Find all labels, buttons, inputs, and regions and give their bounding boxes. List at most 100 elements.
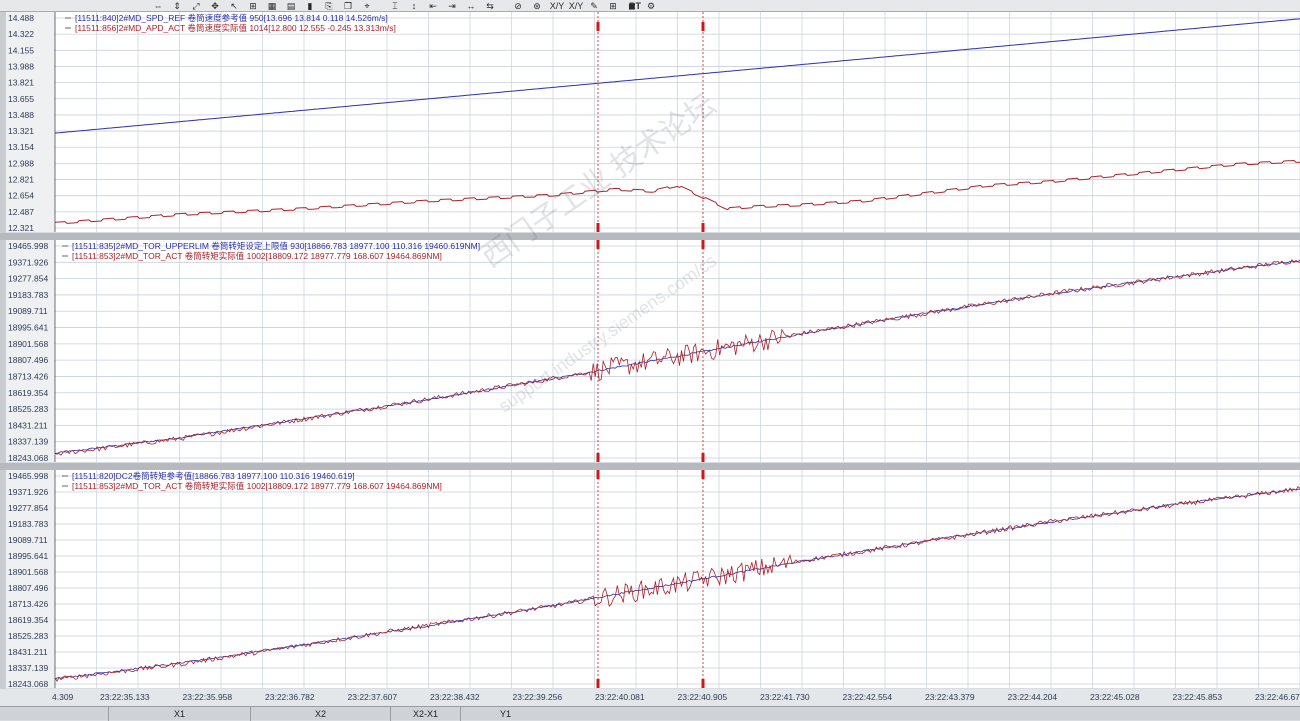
x-tick-label: 23:22:38.432 bbox=[430, 692, 480, 702]
step-left-icon[interactable]: ⇤ bbox=[425, 1, 441, 11]
step-right-icon[interactable]: ⇥ bbox=[444, 1, 460, 11]
cursor-y-icon[interactable]: ↕ bbox=[406, 1, 422, 11]
x-tick-label: 23:22:36.782 bbox=[265, 692, 315, 702]
y-tick-label: 13.655 bbox=[8, 94, 34, 104]
y-tick-label: 19183.783 bbox=[8, 290, 48, 300]
x-tick-label: 23:22:35.133 bbox=[100, 692, 150, 702]
y-tick-label: 18619.354 bbox=[8, 615, 48, 625]
chart-panel-3: 19465.998 19371.926 19277.854 19183.783 1908… bbox=[6, 470, 1300, 689]
legend-entry: [11511:853]2#MD_TOR_ACT 卷筒转矩实际值 1002[188… bbox=[72, 481, 442, 491]
y-tick-label: 19089.711 bbox=[8, 306, 48, 316]
y-tick-label: 19089.711 bbox=[8, 535, 48, 545]
cursor-a-handle bbox=[596, 470, 600, 479]
y-tick-label: 12.988 bbox=[8, 158, 34, 168]
y-tick-label: 19371.926 bbox=[8, 487, 48, 497]
compress-icon[interactable]: ⇆ bbox=[482, 1, 498, 11]
cursor-column-x2x1: X2-X1 bbox=[390, 707, 460, 721]
cursor-a-handle bbox=[596, 22, 600, 31]
x-tick-label: 23:22:45.028 bbox=[1090, 692, 1140, 702]
bar-icon[interactable]: ▮ bbox=[302, 1, 318, 11]
legend-entry: [11511:853]2#MD_TOR_ACT 卷筒转矩实际值 1002[188… bbox=[72, 251, 442, 261]
3d-icon[interactable]: ◼ bbox=[624, 1, 640, 11]
cursor-column-x1: X1 bbox=[108, 707, 250, 721]
marker-icon[interactable]: ⌖ bbox=[359, 1, 375, 11]
cursor-column-y1: Y1 bbox=[460, 707, 550, 721]
settings-icon[interactable]: ⚙ bbox=[643, 1, 659, 11]
y-tick-label: 18901.568 bbox=[8, 339, 48, 349]
y-tick-label: 14.322 bbox=[8, 29, 34, 39]
grid-icon[interactable]: ▤ bbox=[283, 1, 299, 11]
y-tick-label: 18243.068 bbox=[8, 679, 48, 689]
cursor-value-bar: X1 X2 X2-X1 Y1 bbox=[0, 706, 1300, 721]
chart-panel-2: 19465.998 19371.926 19277.854 19183.783 1908… bbox=[6, 240, 1300, 463]
zoom-x-icon[interactable]: ⇔ bbox=[150, 1, 166, 11]
cursor-b-handle bbox=[701, 240, 705, 249]
cursor-b-handle bbox=[701, 453, 705, 462]
x-tick-label: 23:22:40.905 bbox=[678, 692, 728, 702]
panel-separator bbox=[0, 233, 1300, 240]
y-tick-label: 12.821 bbox=[8, 175, 34, 185]
cursor-icon[interactable]: ↖ bbox=[226, 1, 242, 11]
y-tick-label: 13.321 bbox=[8, 126, 34, 136]
copy-icon[interactable]: ❐ bbox=[340, 1, 356, 11]
x-tick-label: 23:22:35.958 bbox=[183, 692, 233, 702]
y-tick-label: 18337.139 bbox=[8, 663, 48, 673]
cursor-x-icon[interactable]: ⌶ bbox=[387, 1, 403, 11]
zoom-xy-icon[interactable]: ⤢ bbox=[188, 1, 204, 11]
y-tick-label: 18431.211 bbox=[8, 420, 48, 430]
layout-icon[interactable]: ⊞ bbox=[605, 1, 621, 11]
y-tick-label: 18901.568 bbox=[8, 567, 48, 577]
y-tick-label: 18525.283 bbox=[8, 404, 48, 414]
y-tick-label: 18525.283 bbox=[8, 631, 48, 641]
measure-icon[interactable]: ⊞ bbox=[245, 1, 261, 11]
y-tick-label: 19277.854 bbox=[8, 274, 48, 284]
xy-icon[interactable]: X/Y bbox=[548, 1, 566, 11]
y-tick-label: 18807.496 bbox=[8, 355, 48, 365]
export-icon[interactable]: ⎘ bbox=[321, 1, 337, 11]
x-tick-label: 23:22:37.607 bbox=[348, 692, 398, 702]
y-tick-label: 13.821 bbox=[8, 78, 34, 88]
y-tick-label: 12.321 bbox=[8, 223, 34, 233]
pan-icon[interactable]: ✥ bbox=[207, 1, 223, 11]
y-tick-label: 13.488 bbox=[8, 110, 34, 120]
y-tick-label: 14.155 bbox=[8, 45, 34, 55]
cursor-a-handle bbox=[596, 223, 600, 232]
table-icon[interactable]: ▦ bbox=[264, 1, 280, 11]
y-tick-label: 18243.068 bbox=[8, 453, 48, 463]
legend-entry: [11511:835]2#MD_TOR_UPPERLIM 卷筒转矩设定上限值 9… bbox=[72, 241, 480, 251]
y-tick-label: 18337.139 bbox=[8, 437, 48, 447]
y-tick-label: 13.988 bbox=[8, 61, 34, 71]
color-icon[interactable]: ✎ bbox=[586, 1, 602, 11]
x-tick-label: 4.309 bbox=[52, 692, 74, 702]
cursor-b-handle bbox=[701, 223, 705, 232]
chart-panel-1: 14.488 14.322 14.155 13.988 13.821 13.655 13.4… bbox=[6, 12, 1300, 233]
legend-entry: [11511:820]DC2卷筒转矩参考值[18866.783 18977.10… bbox=[72, 471, 355, 481]
x-tick-label: 23:22:40.081 bbox=[595, 692, 645, 702]
cursor-a-handle bbox=[596, 453, 600, 462]
x-axis: 4.309 23:22:35.133 23:22:35.958 23:22:36.78… bbox=[0, 689, 1300, 706]
x-tick-label: 23:22:42.554 bbox=[843, 692, 893, 702]
cursor-b-handle bbox=[701, 22, 705, 31]
y-tick-label: 18807.496 bbox=[8, 583, 48, 593]
x-tick-label: 23:22:39.256 bbox=[513, 692, 563, 702]
record-icon[interactable]: ⊛ bbox=[529, 1, 545, 11]
legend-entry: [11511:856]2#MD_APD_ACT 卷筒速度实际值 1014[12.… bbox=[75, 23, 396, 33]
zoom-y-icon[interactable]: ⇕ bbox=[169, 1, 185, 11]
y-tick-label: 19465.998 bbox=[8, 241, 48, 251]
cursor-b-handle bbox=[701, 679, 705, 688]
stop-icon[interactable]: ⊘ bbox=[510, 1, 526, 11]
y-tick-label: 18995.641 bbox=[8, 323, 48, 333]
x-tick-label: 23:22:45.853 bbox=[1173, 692, 1223, 702]
cursor-column-x2: X2 bbox=[250, 707, 390, 721]
cursor-a-handle bbox=[596, 240, 600, 249]
y-tick-label: 19371.926 bbox=[8, 257, 48, 267]
expand-icon[interactable]: ↔ bbox=[463, 1, 479, 11]
x-tick-label: 23:22:46.677 bbox=[1255, 692, 1300, 702]
y-tick-label: 19277.854 bbox=[8, 503, 48, 513]
y-tick-label: 18431.211 bbox=[8, 647, 48, 657]
y-tick-label: 18713.426 bbox=[8, 371, 48, 381]
y-tick-label: 18619.354 bbox=[8, 388, 48, 398]
x-tick-label: 23:22:41.730 bbox=[760, 692, 810, 702]
chart-area: 14.488 14.322 14.155 13.988 13.821 13.655 13.4… bbox=[0, 12, 1300, 706]
xy-swap-icon[interactable]: X/Y bbox=[567, 1, 585, 11]
